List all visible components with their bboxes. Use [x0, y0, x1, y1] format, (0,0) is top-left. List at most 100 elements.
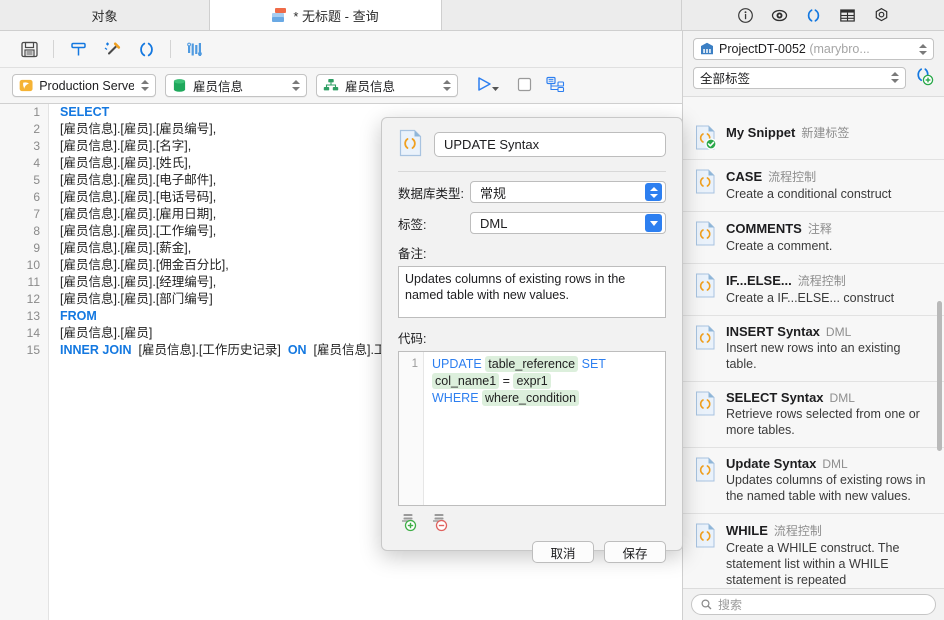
snippet-edit-dialog: UPDATE Syntax 数据库类型: 常规 标签: DML 备注: Upda… — [381, 117, 683, 563]
project-icon — [701, 42, 713, 55]
tab-query-label: * 无标题 - 查询 — [293, 8, 379, 24]
snippet-code-editor[interactable]: 1 UPDATE table_reference SET col_name1 =… — [398, 351, 666, 506]
tag-select[interactable]: DML — [470, 212, 666, 234]
notes-value: Updates columns of existing rows in the … — [405, 272, 626, 302]
sql-keyword: SELECT — [60, 105, 110, 119]
snippet-icon — [695, 391, 717, 416]
new-snippet-button[interactable] — [914, 66, 934, 89]
run-button[interactable] — [476, 75, 503, 96]
list-item[interactable]: IF...ELSE... 流程控制 Create a IF...ELSE... co… — [683, 264, 944, 316]
search-field[interactable]: 搜索 — [691, 594, 936, 615]
format-icon[interactable] — [61, 36, 95, 62]
connection-selector[interactable]: Production Server — [12, 74, 156, 97]
snippet-text: SELECT Syntax DML Retrieve rows selected f… — [726, 390, 934, 438]
snippet-name: COMMENTS — [726, 221, 802, 236]
add-snippet-row-button[interactable] — [399, 512, 419, 535]
snippet-description: Create a WHILE construct. The statement … — [726, 541, 900, 587]
dialog-header: UPDATE Syntax — [382, 118, 682, 160]
snippet-icon — [695, 523, 717, 548]
code-keyword-set: SET — [581, 357, 606, 371]
save-button[interactable] — [12, 36, 46, 62]
settings-icon[interactable] — [873, 7, 890, 24]
schema-icon — [323, 79, 339, 91]
sql-keyword: ON — [287, 343, 307, 357]
tag-filter-selector[interactable]: 全部标签 — [693, 66, 906, 89]
list-item[interactable]: CASE 流程控制 Create a conditional construct — [683, 160, 944, 212]
eye-icon[interactable] — [771, 7, 788, 24]
snippet-text: Update Syntax DML Updates columns of exist… — [726, 456, 934, 504]
tag-row: 标签: DML — [382, 212, 682, 234]
list-item[interactable]: COMMENTS 注释 Create a comment. — [683, 212, 944, 264]
info-icon[interactable] — [737, 7, 754, 24]
schema-label: 雇员信息 — [345, 80, 396, 94]
toolbar-divider-2 — [170, 40, 171, 58]
list-item[interactable]: Update Syntax DML Updates columns of exist… — [683, 448, 944, 514]
snippet-panel-icon[interactable] — [805, 7, 822, 24]
sql-text: [雇员信息].[雇员].[雇员编号], — [60, 122, 217, 136]
snippet-title: CASE 流程控制 — [726, 168, 934, 185]
connection-toolbar: Production Server 雇员信息 雇员信息 — [0, 68, 682, 104]
project-stepper[interactable] — [918, 41, 929, 58]
line-number: 15 — [26, 343, 40, 357]
project-owner: (marybro... — [809, 42, 870, 56]
snippet-title: My Snippet 新建标签 — [726, 124, 934, 141]
line-number: 5 — [33, 173, 40, 187]
code-token-col-name1: col_name1 — [432, 373, 500, 389]
chart-icon[interactable] — [178, 36, 212, 62]
database-icon — [173, 79, 186, 92]
snippets-list[interactable]: My Snippet 新建标签 CASE 流程控制 Create a condition… — [683, 116, 944, 588]
editor-toolbar — [0, 31, 682, 68]
beautify-icon[interactable] — [95, 36, 129, 62]
sql-text: [雇员信息].[雇员].[工作编号], — [60, 224, 217, 238]
save-button[interactable]: 保存 — [604, 541, 666, 563]
database-selector[interactable]: 雇员信息 — [165, 74, 307, 97]
dialog-divider — [398, 171, 666, 172]
cancel-button[interactable]: 取消 — [532, 541, 594, 563]
snippet-name: INSERT Syntax — [726, 324, 820, 339]
remove-snippet-row-button[interactable] — [430, 512, 450, 535]
tab-bar: 对象 * 无标题 - 查询 — [0, 0, 944, 31]
snippet-text: CASE 流程控制 Create a conditional construct — [726, 168, 934, 202]
snippet-description: Create a comment. — [726, 239, 833, 253]
snippet-name: CASE — [726, 169, 763, 184]
line-number: 14 — [26, 326, 40, 340]
project-selector[interactable]: ProjectDT-0052 (marybro... — [693, 38, 934, 60]
list-item[interactable]: SELECT Syntax DML Retrieve rows selected f… — [683, 382, 944, 448]
table-icon[interactable] — [839, 7, 856, 24]
db-type-value: 常规 — [480, 185, 507, 201]
snippet-name: IF...ELSE... — [726, 273, 792, 288]
db-type-stepper-icon[interactable] — [645, 183, 662, 201]
list-item[interactable]: INSERT Syntax DML Insert new rows into an … — [683, 316, 944, 382]
list-item[interactable]: WHILE 流程控制 Create a WHILE construct. The s… — [683, 514, 944, 588]
server-icon — [19, 79, 33, 92]
tab-query[interactable]: * 无标题 - 查询 — [210, 0, 442, 30]
stop-button[interactable] — [517, 77, 532, 95]
snippet-category: 流程控制 — [797, 274, 846, 288]
dialog-code-body[interactable]: UPDATE table_reference SET col_name1 = e… — [425, 352, 665, 407]
sql-text: [雇员信息].[雇员].[电子邮件], — [60, 173, 217, 187]
database-stepper[interactable] — [291, 77, 302, 94]
snippet-title-input[interactable]: UPDATE Syntax — [434, 132, 666, 157]
snippets-scrollbar[interactable] — [937, 301, 942, 451]
code-keyword-where: WHERE — [432, 391, 479, 405]
snippet-icon — [695, 325, 717, 350]
notes-textarea[interactable]: Updates columns of existing rows in the … — [398, 266, 666, 318]
snippet-icon — [695, 125, 717, 150]
db-type-select[interactable]: 常规 — [470, 181, 666, 203]
snippet-title: WHILE 流程控制 — [726, 522, 934, 539]
schema-stepper[interactable] — [442, 77, 453, 94]
line-number: 12 — [26, 292, 40, 306]
schema-selector[interactable]: 雇员信息 — [316, 74, 458, 97]
list-item[interactable]: My Snippet 新建标签 — [683, 116, 944, 160]
line-number: 10 — [26, 258, 40, 272]
connection-label: Production Server — [39, 78, 134, 93]
explain-plan-button[interactable] — [546, 76, 566, 96]
chevron-down-icon[interactable] — [645, 214, 662, 232]
snippet-title: SELECT Syntax DML — [726, 390, 934, 405]
sql-text: [雇员信息].[雇员].[电话号码], — [60, 190, 217, 204]
tab-objects[interactable]: 对象 — [0, 0, 210, 30]
snippet-toolbar-icon[interactable] — [129, 36, 163, 62]
tag-filter-stepper[interactable] — [890, 69, 901, 86]
snippet-icon — [695, 221, 717, 246]
connection-stepper[interactable] — [140, 77, 151, 94]
